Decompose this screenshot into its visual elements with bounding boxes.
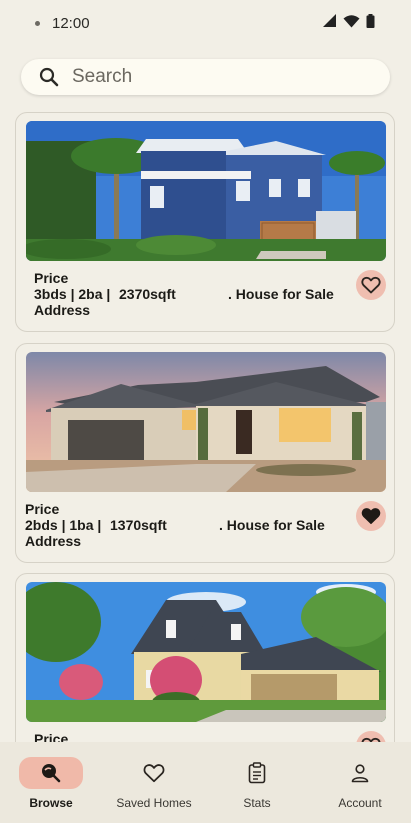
browse-icon [42,764,61,783]
nav-stats[interactable]: Stats [206,742,308,823]
listing-feed[interactable]: Price 3bds | 2ba | 2370sqft . House for … [0,112,411,742]
heart-icon [143,764,165,783]
status-bar: 12:00 [0,0,411,46]
listing-sqft: 1370sqft [110,517,167,533]
favorite-button[interactable] [356,270,386,300]
battery-icon [366,14,375,28]
nav-saved-homes[interactable]: Saved Homes [103,742,205,823]
listing-photo[interactable] [26,582,386,722]
person-icon [351,764,369,783]
listing-type: . House for Sale [219,517,325,533]
listing-price: Price [34,731,69,742]
nav-saved-homes-label: Saved Homes [116,796,192,810]
clipboard-icon [248,762,266,784]
listing-sqft: 2370sqft [119,286,176,302]
favorite-button[interactable] [356,501,386,531]
heart-outline-icon [361,276,381,294]
notification-dot [35,21,40,26]
nav-browse-label: Browse [29,796,73,810]
listing-card[interactable]: Price 3bds | 2ba | 2370sqft . House for … [15,112,395,332]
listing-beds-baths: 2bds | 1ba | [25,517,102,533]
nav-browse[interactable]: Browse [0,742,102,823]
listing-photo[interactable] [26,352,386,492]
listing-address: Address [25,533,82,549]
listing-photo[interactable] [26,121,386,261]
listing-price: Price [25,501,60,517]
nav-stats-label: Stats [243,796,271,810]
search-bar[interactable]: Search [21,59,390,95]
nav-browse-indicator [19,757,83,789]
nav-account[interactable]: Account [309,742,411,823]
nav-stats-indicator [225,757,289,789]
search-icon [39,67,59,87]
heart-filled-icon [361,508,381,525]
favorite-button[interactable] [356,731,386,742]
nav-saved-homes-indicator [122,757,186,789]
nav-account-indicator [328,757,392,789]
nav-account-label: Account [338,796,382,810]
status-icons [323,14,375,28]
signal-icon [323,14,336,27]
wifi-icon [343,15,360,28]
listing-beds-baths: 3bds | 2ba | [34,286,111,302]
bottom-navigation: Browse Saved Homes Stats Account [0,742,411,823]
listing-card[interactable]: Price [15,573,395,742]
listing-price: Price [34,270,69,286]
status-time: 12:00 [52,15,90,32]
listing-type: . House for Sale [228,286,334,302]
listing-card[interactable]: Price 2bds | 1ba | 1370sqft . House for … [15,343,395,563]
listing-address: Address [34,302,91,318]
search-input[interactable]: Search [72,66,132,88]
